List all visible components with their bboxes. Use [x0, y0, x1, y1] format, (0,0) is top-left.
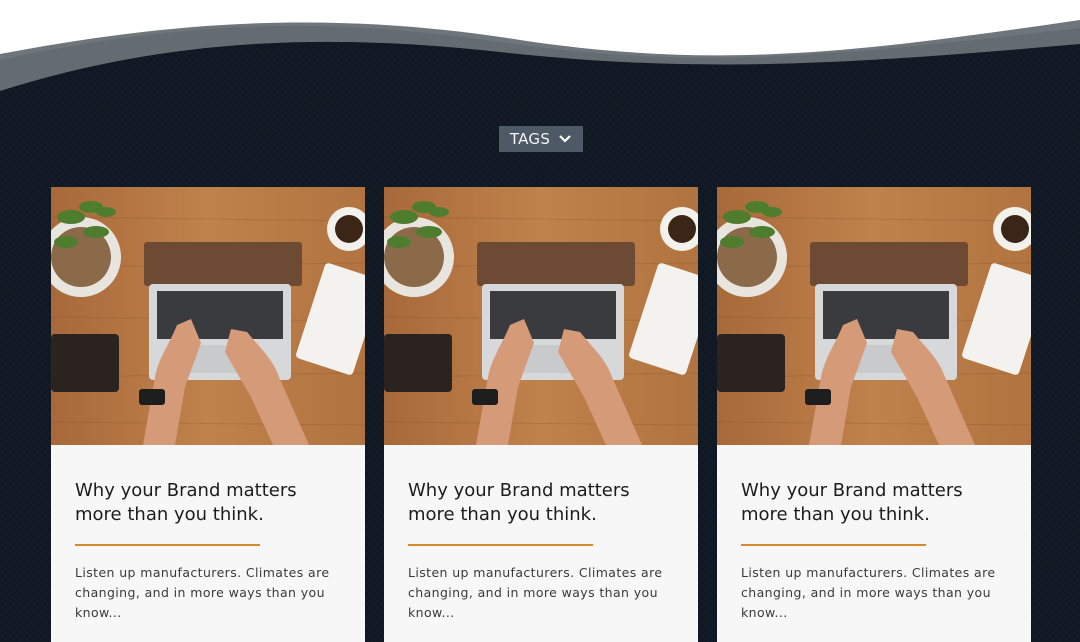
tags-filter-label: TAGS	[509, 130, 551, 148]
card-excerpt: Listen up manufacturers. Climates are ch…	[741, 565, 996, 620]
card-divider	[408, 544, 593, 546]
card-body: Why your Brand matters more than you thi…	[741, 479, 1007, 623]
blog-card[interactable]: Why your Brand matters more than you thi…	[384, 187, 698, 642]
card-divider	[741, 544, 926, 546]
header-wave	[0, 0, 1080, 91]
card-title[interactable]: Why your Brand matters more than you thi…	[408, 479, 674, 527]
card-excerpt: Listen up manufacturers. Climates are ch…	[75, 565, 330, 620]
card-image	[384, 187, 698, 445]
blog-card[interactable]: Why your Brand matters more than you thi…	[717, 187, 1031, 642]
card-title[interactable]: Why your Brand matters more than you thi…	[75, 479, 341, 527]
chevron-down-icon	[559, 135, 571, 143]
tags-filter-dropdown[interactable]: TAGS	[499, 126, 583, 152]
card-body: Why your Brand matters more than you thi…	[408, 479, 674, 623]
card-title[interactable]: Why your Brand matters more than you thi…	[741, 479, 1007, 527]
card-divider	[75, 544, 260, 546]
card-body: Why your Brand matters more than you thi…	[75, 479, 341, 623]
blog-card[interactable]: Why your Brand matters more than you thi…	[51, 187, 365, 642]
card-image	[717, 187, 1031, 445]
card-excerpt: Listen up manufacturers. Climates are ch…	[408, 565, 663, 620]
card-image	[51, 187, 365, 445]
